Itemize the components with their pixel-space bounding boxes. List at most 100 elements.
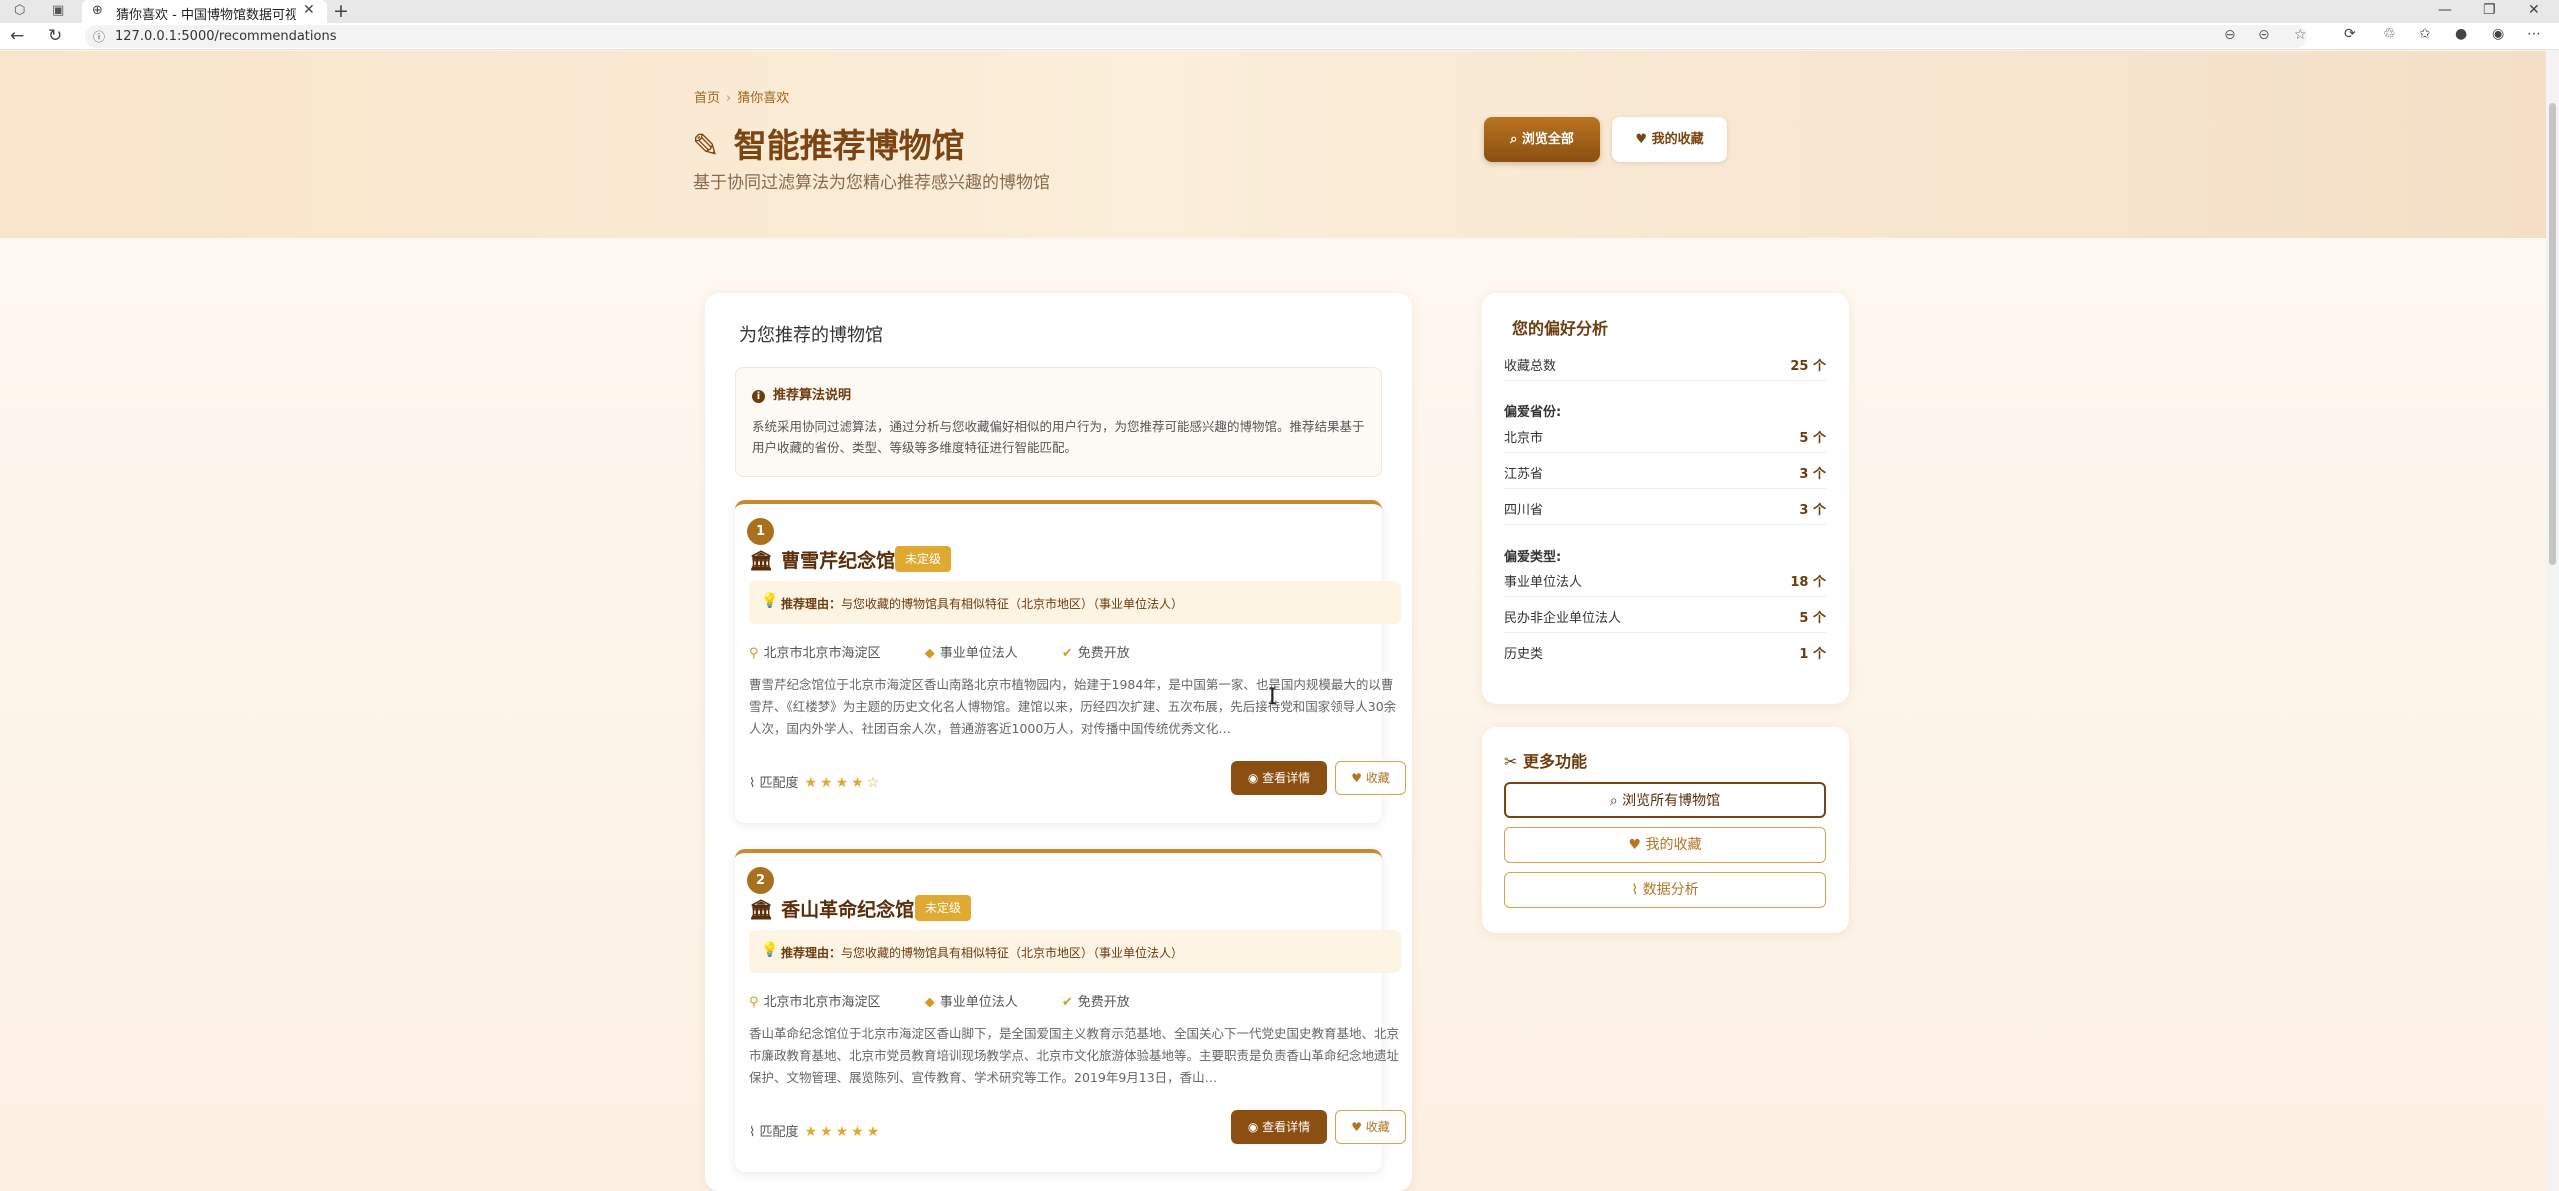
eye-icon: ◉ [1247,771,1263,785]
location-icon: ⚲ [749,995,759,1010]
restore-icon[interactable]: ❐ [2483,2,2496,18]
window-close-icon[interactable]: ✕ [2528,2,2540,18]
github-icon[interactable]: ◉ [2492,26,2504,42]
province-count: 5 个 [1799,431,1826,446]
algorithm-title-text: 推荐算法说明 [773,388,852,403]
reason-value: 与您收藏的博物馆具有相似特征（北京市地区）（事业单位法人） [841,946,1184,960]
free-admission: 免费开放 [1077,995,1130,1010]
type-name: 民办非企业单位法人 [1504,611,1622,626]
address-bar[interactable]: ⓘ 127.0.0.1:5000/recommendations ⊖ ⊝ ☆ [85,25,2307,48]
recommend-reason: 💡 推荐理由：与您收藏的博物馆具有相似特征（北京市地区）（事业单位法人） [749,581,1401,624]
zoom-icon[interactable]: ⊖ [2224,27,2236,43]
search-icon: ⌕ [1510,132,1522,147]
page-title-text: 智能推荐博物馆 [733,126,965,165]
collect-button[interactable]: ♥ 收藏 [1335,761,1406,795]
location-icon: ⚲ [749,646,759,661]
collect-label: 收藏 [1365,771,1390,785]
minimize-icon[interactable]: — [2438,2,2452,18]
browser-toolbar: ← ↻ ⓘ 127.0.0.1:5000/recommendations ⊖ ⊝… [0,23,2559,50]
province-subtitle: 偏爱省份: [1504,405,1562,420]
site-info-icon[interactable]: ⓘ [93,28,105,45]
collect-label: 收藏 [1365,1120,1390,1134]
my-favorites-side-button[interactable]: ♥ 我的收藏 [1504,827,1826,863]
reader-icon[interactable]: ⊝ [2258,27,2270,43]
chart-line-icon: ⌇ [749,1125,760,1140]
more-functions-panel: ✂ 更多功能 ⌕ 浏览所有博物馆 ♥ 我的收藏 ⌇ 数据分析 [1482,727,1849,933]
total-value: 25 个 [1790,359,1826,374]
preference-title: 您的偏好分析 [1512,319,1609,338]
view-detail-label: 查看详情 [1262,1120,1311,1134]
museum-name[interactable]: 🏛 曹雪芹纪念馆 [749,546,895,573]
museum-name-text: 曹雪芹纪念馆 [781,550,896,572]
free-admission: 免费开放 [1077,646,1130,661]
province-row: 北京市 5 个 [1504,419,1826,453]
total-label: 收藏总数 [1504,359,1557,374]
reason-text: 推荐理由：与您收藏的博物馆具有相似特征（北京市地区）（事业单位法人） [781,944,1183,961]
data-analysis-button[interactable]: ⌇ 数据分析 [1504,872,1826,908]
type-count: 18 个 [1790,575,1826,590]
view-detail-button[interactable]: ◉ 查看详情 [1231,761,1327,795]
province-name: 北京市 [1504,431,1544,446]
extensions-icon[interactable]: ⟳ [2344,26,2356,42]
museum-description: 曹雪芹纪念馆位于北京市海淀区香山南路北京市植物园内，始建于1984年，是中国第一… [749,677,1397,736]
recommendations-title: 为您推荐的博物馆 [739,325,883,346]
province-row: 四川省 3 个 [1504,491,1826,525]
museum-name[interactable]: 🏛 香山革命纪念馆 [749,895,914,922]
data-analysis-label: 数据分析 [1642,882,1699,898]
back-icon[interactable]: ← [10,26,24,46]
page-scrollbar[interactable] [2546,51,2559,1191]
breadcrumb: 首页 › 猜你喜欢 [694,91,790,106]
tag-icon: ◆ [924,646,935,661]
page-header: 首页 › 猜你喜欢 ✎ 智能推荐博物馆 基于协同过滤算法为您精心推荐感兴趣的博物馆 ⌕… [0,51,2546,238]
close-tab-icon[interactable]: ✕ [303,2,315,18]
recommendations-panel: 为您推荐的博物馆 i 推荐算法说明 系统采用协同过滤算法，通过分析与您收藏偏好相似… [705,293,1412,1191]
favorite-star-icon[interactable]: ☆ [2294,27,2307,43]
type-count: 1 个 [1799,647,1826,662]
province-name: 江苏省 [1504,467,1544,482]
view-detail-button[interactable]: ◉ 查看详情 [1231,1110,1327,1144]
workspaces-icon[interactable]: ⬡ [14,3,25,18]
reason-label: 推荐理由： [781,946,842,960]
check-circle-icon: ✔ [1061,995,1073,1010]
preference-analysis-panel: 您的偏好分析 收藏总数 25 个 偏爱省份: 北京市 5 个 江苏省 3 个 四川省 3… [1482,293,1849,704]
profile-avatar-icon[interactable]: ● [2455,26,2467,42]
tab-actions-icon[interactable]: ▣ [52,3,64,18]
reload-icon[interactable]: ↻ [48,26,62,46]
breadcrumb-home[interactable]: 首页 [694,91,720,106]
rank-badge: 1 [747,518,774,545]
browser-tab-active[interactable]: ⊕ 猜你喜欢 - 中国博物馆数据可视化 ✕ [82,0,327,23]
new-tab-icon[interactable]: + [333,0,349,22]
type-row: 民办非企业单位法人 5 个 [1504,599,1826,633]
match-label: 匹配度 [759,776,799,791]
browse-museums-button[interactable]: ⌕ 浏览所有博物馆 [1504,782,1826,818]
museum-type: 事业单位法人 [939,995,1018,1010]
type-row: 历史类 1 个 [1504,635,1826,669]
chart-line-icon: ⌇ [749,776,760,791]
search-icon: ⌕ [1609,793,1623,809]
rank-badge: 2 [747,867,774,894]
more-menu-icon[interactable]: ⋯ [2527,26,2541,42]
type-name: 历史类 [1504,647,1544,662]
browse-all-button[interactable]: ⌕ 浏览全部 [1484,117,1600,162]
browser-tools-icon[interactable]: ♲ [2383,26,2396,42]
favorites-icon[interactable]: ✩ [2419,26,2431,42]
recommendation-card: 1 🏛 曹雪芹纪念馆 未定级 💡 推荐理由：与您收藏的博物馆具有相似特征（北京市地… [735,500,1406,823]
level-badge: 未定级 [915,895,972,921]
my-favorites-button[interactable]: ♥ 我的收藏 [1612,117,1727,162]
museum-meta: ⚲ 北京市北京市海淀区 ◆ 事业单位法人 ✔ 免费开放 [749,991,1170,1010]
scrollbar-thumb[interactable] [2549,103,2556,565]
total-favorites-row: 收藏总数 25 个 [1504,347,1826,381]
page-title: ✎ 智能推荐博物馆 [692,119,965,167]
museum-type: 事业单位法人 [939,646,1018,661]
heart-icon: ♥ [1635,132,1652,147]
lightbulb-icon: 💡 [761,942,779,958]
recommendation-card: 2 🏛 香山革命纪念馆 未定级 💡 推荐理由：与您收藏的博物馆具有相似特征（北京市… [735,849,1406,1172]
collect-button[interactable]: ♥ 收藏 [1335,1110,1406,1144]
match-stars: ★★★★★ [804,1124,883,1140]
museum-icon: 🏛 [749,899,774,921]
reason-value: 与您收藏的博物馆具有相似特征（北京市地区）（事业单位法人） [841,597,1184,611]
province-count: 3 个 [1799,467,1826,482]
browse-museums-label: 浏览所有博物馆 [1622,793,1721,809]
museum-meta: ⚲ 北京市北京市海淀区 ◆ 事业单位法人 ✔ 免费开放 [749,642,1170,661]
algorithm-info-box: i 推荐算法说明 系统采用协同过滤算法，通过分析与您收藏偏好相似的用户行为，为您推… [735,367,1382,477]
